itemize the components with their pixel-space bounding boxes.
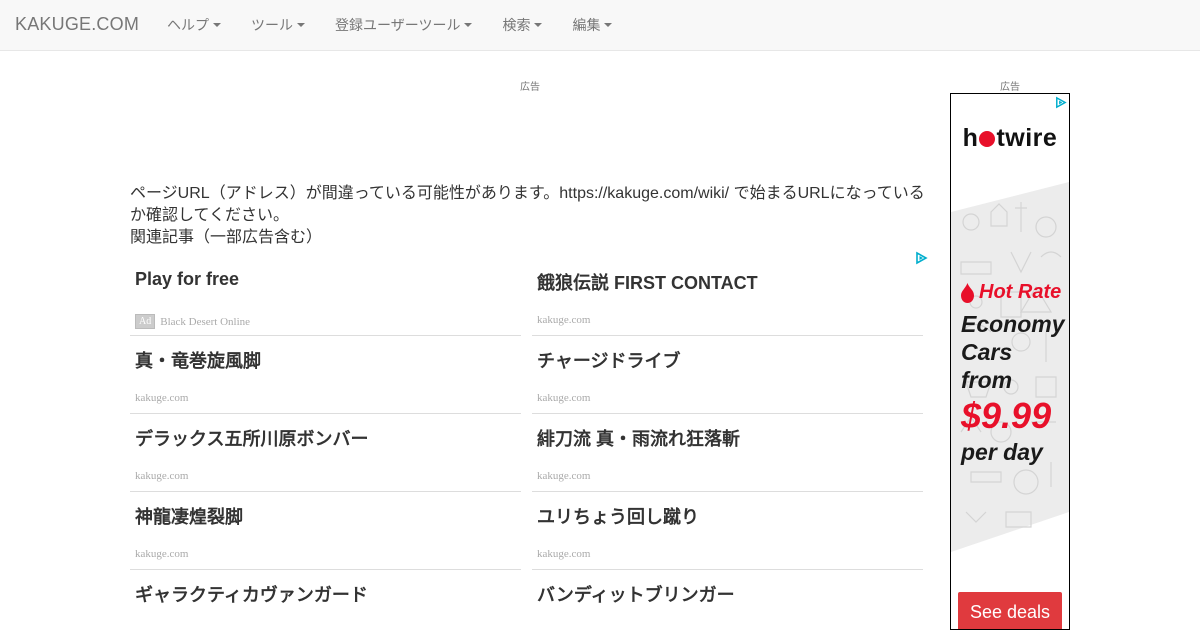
nav-user-tools-label: 登録ユーザーツール	[335, 17, 461, 33]
flame-icon	[961, 282, 974, 303]
caret-down-icon	[213, 23, 221, 27]
caret-down-icon	[604, 23, 613, 27]
related-item[interactable]: バンディットブリンガー	[532, 570, 923, 630]
related-item-title[interactable]: 真・竜巻旋風脚	[135, 347, 261, 373]
related-item[interactable]: ユリちょう回し蹴り kakuge.com	[532, 492, 923, 570]
related-item[interactable]: 神龍凄煌裂脚 kakuge.com	[130, 492, 521, 570]
related-item-source: Ad Black Desert Online	[135, 314, 250, 329]
promo-line-2: Cars	[961, 339, 1013, 365]
url-hint-text: ページURL（アドレス）が間違っている可能性があります。https://kaku…	[130, 185, 925, 224]
related-item[interactable]: 緋刀流 真・雨流れ狂落斬 kakuge.com	[532, 414, 923, 492]
top-ad-label: 広告	[520, 82, 540, 93]
logo-dot-icon	[979, 131, 996, 147]
adchoices-icon[interactable]	[1054, 96, 1067, 109]
related-item[interactable]: Play for free Ad Black Desert Online	[130, 258, 521, 336]
caret-down-icon	[297, 23, 305, 27]
related-item[interactable]: デラックス五所川原ボンバー kakuge.com	[130, 414, 521, 492]
related-item-source: kakuge.com	[135, 392, 189, 404]
related-item-source: kakuge.com	[135, 470, 189, 482]
ad-badge: Ad	[135, 314, 156, 329]
related-item-title[interactable]: ギャラクティカヴァンガード	[135, 581, 368, 607]
nav-edit-dropdown[interactable]: 編集	[557, 0, 627, 50]
related-item-source: kakuge.com	[135, 548, 189, 560]
related-item-title[interactable]: バンディットブリンガー	[537, 581, 735, 607]
nav-help-label: ヘルプ	[167, 17, 209, 33]
related-item[interactable]: チャージドライブ kakuge.com	[532, 336, 923, 414]
related-item[interactable]: 餓狼伝説 FIRST CONTACT kakuge.com	[532, 258, 923, 336]
hot-rate-badge: Hot Rate	[960, 281, 1061, 304]
nav-edit-label: 編集	[572, 17, 601, 33]
related-item-title[interactable]: 神龍凄煌裂脚	[135, 503, 243, 529]
caret-down-icon	[534, 23, 543, 27]
not-found-message: ページURL（アドレス）が間違っている可能性があります。https://kaku…	[130, 183, 930, 249]
related-heading: 関連記事（一部広告含む）	[130, 229, 323, 246]
nav-help-dropdown[interactable]: ヘルプ	[152, 0, 236, 50]
nav-search-label: 検索	[502, 17, 531, 33]
related-item-title[interactable]: 緋刀流 真・雨流れ狂落斬	[537, 425, 740, 451]
related-item-title[interactable]: デラックス五所川原ボンバー	[135, 425, 368, 451]
site-brand[interactable]: KAKUGE.COM	[15, 14, 139, 35]
hotwire-logo: h twire	[962, 124, 1058, 152]
side-banner-ad[interactable]: h twire Hot Rate Economy Cars from $9.99 …	[950, 93, 1070, 630]
nav-menu: ヘルプ ツール 登録ユーザーツール 検索 編集	[152, 0, 627, 50]
related-item[interactable]: ギャラクティカヴァンガード	[130, 570, 521, 630]
related-item-source: kakuge.com	[537, 314, 591, 326]
caret-down-icon	[464, 23, 473, 27]
nav-user-tools-dropdown[interactable]: 登録ユーザーツール	[320, 0, 487, 50]
related-item-title[interactable]: Play for free	[135, 269, 239, 290]
promo-line-3: from	[961, 367, 1013, 393]
related-item-source: kakuge.com	[537, 392, 591, 404]
side-ad-label: 広告	[1000, 82, 1020, 93]
nav-search-dropdown[interactable]: 検索	[487, 0, 557, 50]
promo-line-4: per day	[961, 439, 1043, 465]
see-deals-button[interactable]: See deals	[958, 592, 1062, 629]
promo-price: $9.99	[961, 395, 1052, 436]
hot-rate-text: Hot Rate	[979, 281, 1062, 303]
nav-tools-dropdown[interactable]: ツール	[236, 0, 320, 50]
promo-text: Economy Cars from $9.99 per day	[961, 310, 1069, 466]
related-item[interactable]: 真・竜巻旋風脚 kakuge.com	[130, 336, 521, 414]
navbar: KAKUGE.COM ヘルプ ツール 登録ユーザーツール 検索 編集	[0, 0, 1200, 51]
promo-line-1: Economy	[961, 311, 1065, 337]
nav-tools-label: ツール	[251, 17, 293, 33]
related-item-title[interactable]: チャージドライブ	[537, 347, 680, 373]
related-item-source-text: Black Desert Online	[160, 315, 251, 328]
related-item-source: kakuge.com	[537, 470, 591, 482]
related-item-title[interactable]: ユリちょう回し蹴り	[537, 503, 699, 529]
related-item-title[interactable]: 餓狼伝説 FIRST CONTACT	[537, 269, 758, 295]
related-item-source: kakuge.com	[537, 548, 591, 560]
